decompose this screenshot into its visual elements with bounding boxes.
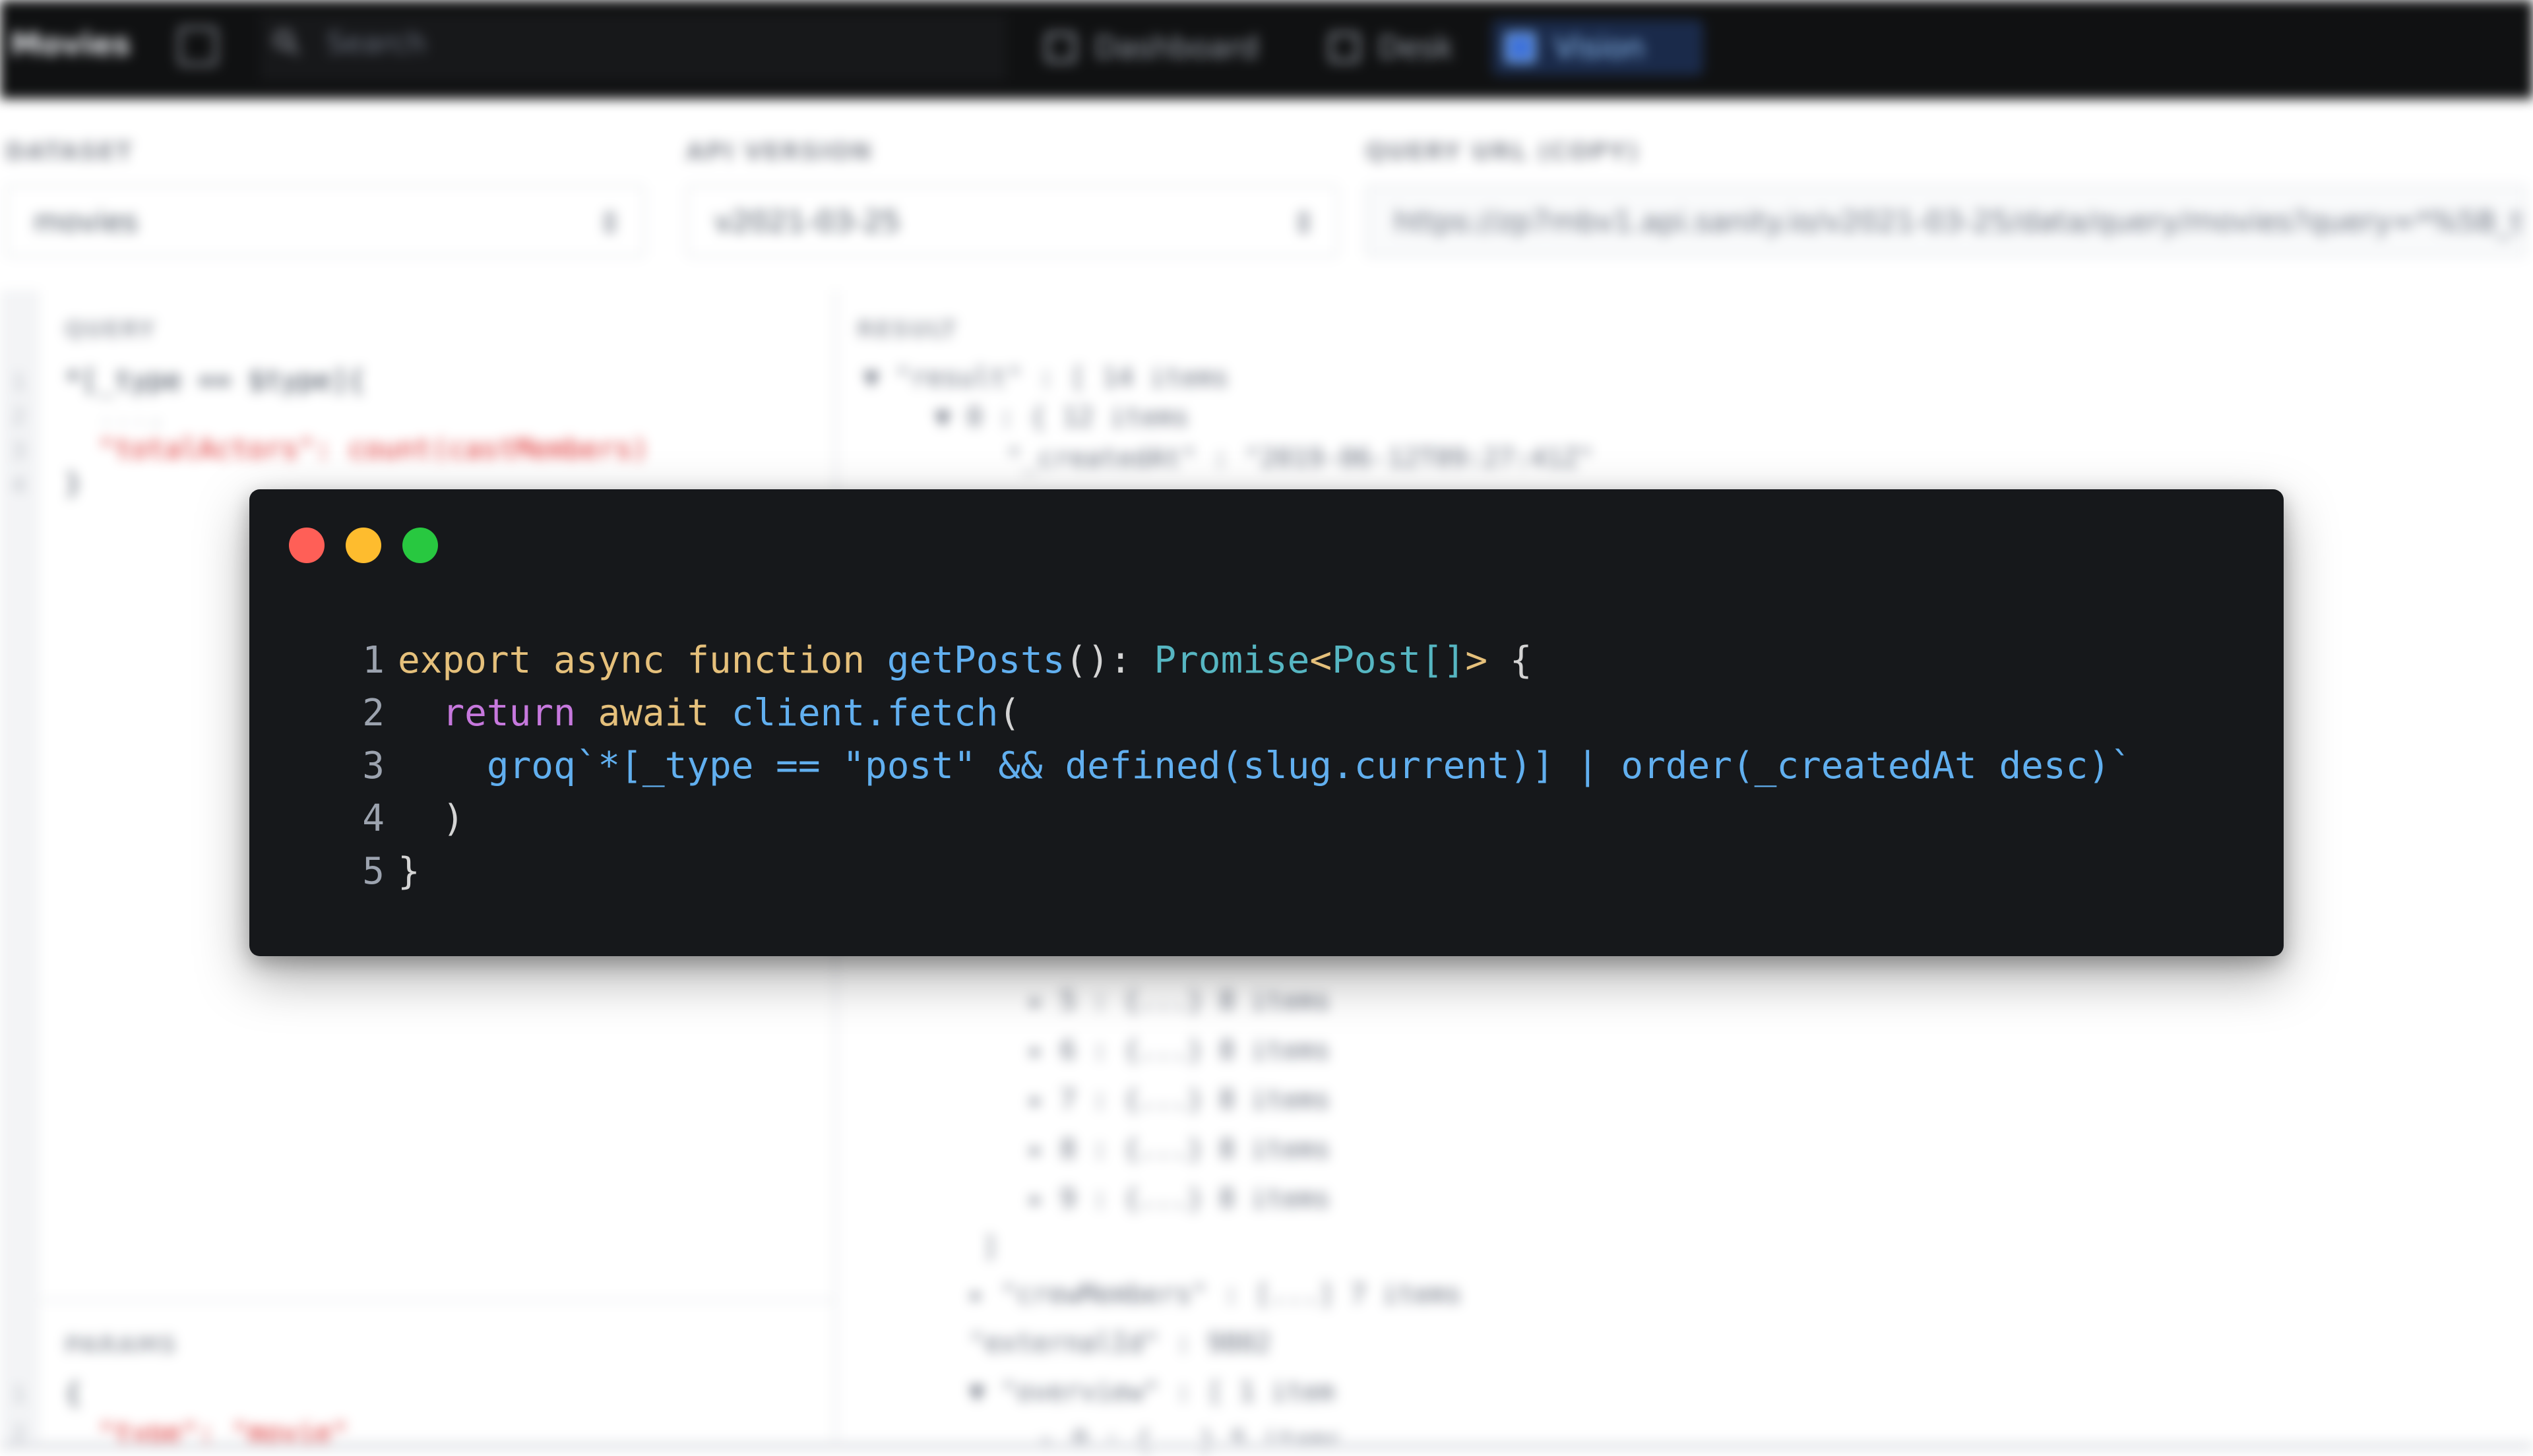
dataset-select[interactable]: movies ⇕ — [5, 185, 645, 257]
result-line[interactable]: ▸ 6 : {...} 8 items — [1028, 1035, 1330, 1066]
keyword-export: export — [398, 639, 532, 682]
query-code-line[interactable]: } — [65, 467, 81, 499]
code-line-4: 4 ) — [325, 793, 2133, 845]
divider — [40, 1299, 834, 1302]
result-line[interactable]: ▸ 7 : {...} 8 items — [1028, 1085, 1330, 1115]
code-line-1: 1 export async function getPosts(): Promi… — [325, 634, 2133, 687]
result-line[interactable]: ▸ "crewMembers" : [...] 7 items — [969, 1279, 1462, 1310]
params-code-line[interactable]: { — [65, 1377, 81, 1409]
result-line[interactable]: "externalId" : 9802 — [969, 1328, 1271, 1358]
punctuation: } — [398, 850, 420, 893]
search-box[interactable]: Search — [261, 15, 1006, 80]
result-line[interactable]: ▼ 0 : { 12 items — [903, 402, 1189, 433]
tab-label: Vision — [1554, 30, 1645, 65]
desk-icon — [1329, 32, 1360, 63]
punctuation: (): — [1065, 639, 1132, 682]
query-url-label: QUERY URL (COPY) — [1365, 138, 1640, 166]
result-line[interactable]: ▸ 5 : {...} 8 items — [1028, 986, 1330, 1016]
dataset-value: movies — [34, 205, 139, 239]
line-number: 3 — [362, 744, 385, 787]
dataset-label: DATASET — [5, 138, 133, 166]
line-number: 2 — [12, 404, 26, 430]
code-block: 1 export async function getPosts(): Promi… — [325, 634, 2133, 898]
tab-label: Desk — [1378, 30, 1454, 65]
window-maximize-dot — [402, 528, 438, 563]
query-code-line[interactable]: ..., — [65, 398, 165, 431]
query-code-line[interactable]: *[_type == $type]{ — [65, 364, 365, 396]
compose-icon[interactable] — [178, 26, 218, 66]
result-line[interactable]: ▸ 8 : {...} 8 items — [1028, 1134, 1330, 1165]
punctuation: ) — [442, 797, 465, 840]
top-navigation-bar: Movies Search Dashboard Desk Vision — [0, 0, 2533, 99]
line-number: 2 — [362, 692, 385, 735]
query-url-field[interactable]: https://zp7mbv1.api.sanity.io/v2021-03-2… — [1365, 185, 2526, 257]
api-version-select[interactable]: v2021-03-25 ⇕ — [686, 185, 1339, 257]
result-line: ] — [982, 1232, 999, 1262]
api-version-value: v2021-03-25 — [714, 205, 900, 239]
function-call: client.fetch — [731, 692, 999, 735]
search-icon — [274, 30, 299, 55]
function-name: getPosts — [887, 639, 1065, 682]
params-label: PARAMS — [65, 1332, 177, 1358]
result-line[interactable]: ▼ "result" : [ 14 items — [863, 363, 1229, 393]
line-number: 1 — [12, 369, 26, 396]
line-gutter — [0, 290, 40, 1451]
tab-label: Dashboard — [1094, 30, 1259, 65]
keyword-function: function — [687, 639, 865, 682]
vision-icon — [1505, 32, 1536, 63]
query-code-line[interactable]: "totalActors": count(castMembers) — [65, 433, 648, 465]
type-post: Post[] — [1332, 639, 1466, 682]
keyword-return: return — [442, 692, 576, 735]
result-line[interactable]: ▸ 0 : {...} 5 items — [1009, 1426, 1342, 1456]
line-number: 4 — [12, 472, 26, 499]
tab-dashboard[interactable]: Dashboard — [1032, 20, 1272, 75]
line-number: 1 — [362, 639, 385, 682]
chevron-updown-icon: ⇕ — [598, 206, 622, 240]
app-logo[interactable]: Movies — [11, 26, 131, 62]
dashboard-icon — [1046, 32, 1076, 63]
line-number: 4 — [362, 797, 385, 840]
line-number: 3 — [12, 438, 26, 464]
tab-vision[interactable]: Vision — [1492, 20, 1703, 75]
template-tag: groq — [486, 744, 576, 787]
punctuation: ( — [998, 692, 1021, 735]
result-line[interactable]: ▼ "overview" : [ 1 item — [969, 1377, 1334, 1407]
result-line[interactable]: ▸ 9 : {...} 8 items — [1028, 1184, 1330, 1214]
template-string: `*[_type == "post" && defined(slug.curre… — [575, 744, 2133, 787]
window-minimize-dot — [346, 528, 381, 563]
line-number: 5 — [362, 850, 385, 893]
result-line[interactable]: "_createdAt" : "2019-06-12T09:27:41Z" — [943, 443, 1594, 473]
query-url-value: https://zp7mbv1.api.sanity.io/v2021-03-2… — [1394, 205, 2526, 239]
code-snippet-window: 1 export async function getPosts(): Promi… — [249, 489, 2284, 956]
punctuation: { — [1509, 639, 1532, 682]
tab-desk[interactable]: Desk — [1316, 20, 1466, 75]
type-promise: Promise — [1154, 639, 1310, 682]
punctuation: < — [1309, 639, 1332, 682]
result-label: RESULT — [857, 317, 958, 343]
query-label: QUERY — [65, 317, 156, 343]
search-input[interactable]: Search — [327, 26, 426, 60]
query-settings-bar: DATASET movies ⇕ API VERSION v2021-03-25… — [0, 99, 2533, 292]
code-line-5: 5} — [325, 845, 2133, 898]
bottom-border — [0, 1441, 2533, 1451]
line-number: 1 — [12, 1381, 26, 1408]
code-line-3: 3 groq`*[_type == "post" && defined(slug… — [325, 740, 2133, 793]
window-close-dot — [289, 528, 325, 563]
keyword-await: await — [598, 692, 710, 735]
chevron-updown-icon: ⇕ — [1292, 206, 1316, 240]
keyword-async: async — [553, 639, 665, 682]
punctuation: > — [1465, 639, 1488, 682]
code-line-2: 2 return await client.fetch( — [325, 687, 2133, 740]
api-version-label: API VERSION — [686, 138, 873, 166]
